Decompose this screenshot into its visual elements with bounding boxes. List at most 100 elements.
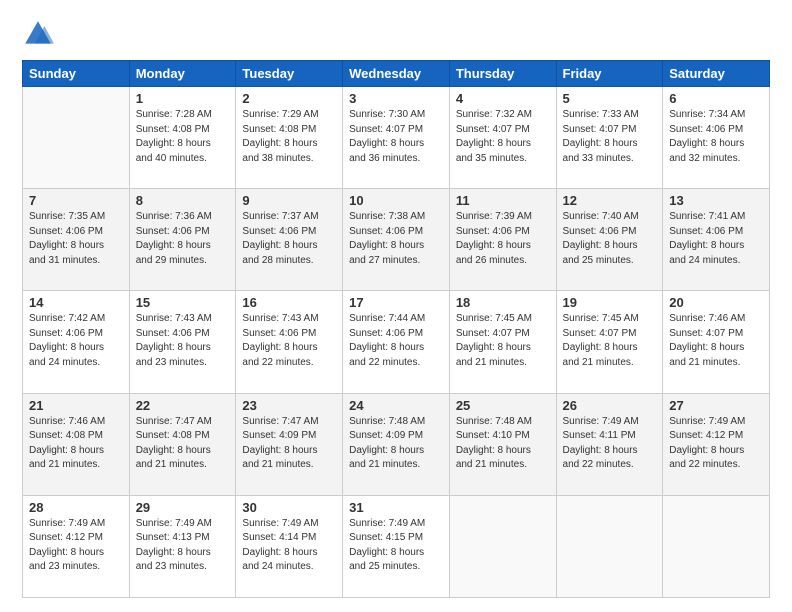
calendar-cell: 6 Sunrise: 7:34 AMSunset: 4:06 PMDaylight… bbox=[663, 87, 770, 189]
day-number: 28 bbox=[29, 500, 123, 515]
calendar-week-4: 21 Sunrise: 7:46 AMSunset: 4:08 PMDayligh… bbox=[23, 393, 770, 495]
day-number: 27 bbox=[669, 398, 763, 413]
header bbox=[22, 18, 770, 50]
day-info: Sunrise: 7:28 AMSunset: 4:08 PMDaylight:… bbox=[136, 108, 230, 166]
day-info: Sunrise: 7:41 AMSunset: 4:06 PMDaylight:… bbox=[669, 210, 763, 268]
day-info: Sunrise: 7:39 AMSunset: 4:06 PMDaylight:… bbox=[456, 210, 550, 268]
calendar-cell bbox=[449, 495, 556, 597]
calendar-week-2: 7 Sunrise: 7:35 AMSunset: 4:06 PMDaylight… bbox=[23, 189, 770, 291]
calendar-cell bbox=[663, 495, 770, 597]
day-number: 20 bbox=[669, 295, 763, 310]
day-info: Sunrise: 7:49 AMSunset: 4:12 PMDaylight:… bbox=[29, 517, 123, 575]
calendar-week-3: 14Sunrise: 7:42 AMSunset: 4:06 PMDayligh… bbox=[23, 291, 770, 393]
calendar-cell: 8Sunrise: 7:36 AMSunset: 4:06 PMDaylight… bbox=[129, 189, 236, 291]
day-number: 11 bbox=[456, 193, 550, 208]
day-info: Sunrise: 7:49 AMSunset: 4:15 PMDaylight:… bbox=[349, 517, 443, 575]
calendar-week-5: 28 Sunrise: 7:49 AMSunset: 4:12 PMDayligh… bbox=[23, 495, 770, 597]
day-number: 30 bbox=[242, 500, 336, 515]
day-info: Sunrise: 7:45 AMSunset: 4:07 PMDaylight:… bbox=[456, 312, 550, 370]
calendar-cell: 1 Sunrise: 7:28 AMSunset: 4:08 PMDaylight… bbox=[129, 87, 236, 189]
day-info: Sunrise: 7:49 AMSunset: 4:13 PMDaylight:… bbox=[136, 517, 230, 575]
day-info: Sunrise: 7:34 AMSunset: 4:06 PMDaylight:… bbox=[669, 108, 763, 166]
calendar-cell: 23 Sunrise: 7:47 AMSunset: 4:09 PMDayligh… bbox=[236, 393, 343, 495]
calendar-header-row: SundayMondayTuesdayWednesdayThursdayFrid… bbox=[23, 61, 770, 87]
calendar-cell bbox=[23, 87, 130, 189]
calendar-cell: 12Sunrise: 7:40 AMSunset: 4:06 PMDayligh… bbox=[556, 189, 663, 291]
day-info: Sunrise: 7:30 AMSunset: 4:07 PMDaylight:… bbox=[349, 108, 443, 166]
day-info: Sunrise: 7:43 AMSunset: 4:06 PMDaylight:… bbox=[242, 312, 336, 370]
day-number: 31 bbox=[349, 500, 443, 515]
day-number: 9 bbox=[242, 193, 336, 208]
page: SundayMondayTuesdayWednesdayThursdayFrid… bbox=[0, 0, 792, 612]
day-number: 5 bbox=[563, 91, 657, 106]
day-number: 25 bbox=[456, 398, 550, 413]
calendar-cell: 28 Sunrise: 7:49 AMSunset: 4:12 PMDayligh… bbox=[23, 495, 130, 597]
day-number: 13 bbox=[669, 193, 763, 208]
day-info: Sunrise: 7:45 AMSunset: 4:07 PMDaylight:… bbox=[563, 312, 657, 370]
day-info: Sunrise: 7:47 AMSunset: 4:08 PMDaylight:… bbox=[136, 415, 230, 473]
calendar-cell: 10 Sunrise: 7:38 AMSunset: 4:06 PMDayligh… bbox=[343, 189, 450, 291]
day-number: 16 bbox=[242, 295, 336, 310]
calendar-cell: 26Sunrise: 7:49 AMSunset: 4:11 PMDayligh… bbox=[556, 393, 663, 495]
day-number: 18 bbox=[456, 295, 550, 310]
calendar: SundayMondayTuesdayWednesdayThursdayFrid… bbox=[22, 60, 770, 598]
day-number: 3 bbox=[349, 91, 443, 106]
calendar-cell bbox=[556, 495, 663, 597]
day-header-thursday: Thursday bbox=[449, 61, 556, 87]
day-info: Sunrise: 7:37 AMSunset: 4:06 PMDaylight:… bbox=[242, 210, 336, 268]
calendar-cell: 25Sunrise: 7:48 AMSunset: 4:10 PMDayligh… bbox=[449, 393, 556, 495]
calendar-cell: 18 Sunrise: 7:45 AMSunset: 4:07 PMDayligh… bbox=[449, 291, 556, 393]
day-number: 7 bbox=[29, 193, 123, 208]
calendar-body: 1 Sunrise: 7:28 AMSunset: 4:08 PMDaylight… bbox=[23, 87, 770, 598]
day-info: Sunrise: 7:49 AMSunset: 4:11 PMDaylight:… bbox=[563, 415, 657, 473]
calendar-cell: 22 Sunrise: 7:47 AMSunset: 4:08 PMDayligh… bbox=[129, 393, 236, 495]
calendar-cell: 4Sunrise: 7:32 AMSunset: 4:07 PMDaylight… bbox=[449, 87, 556, 189]
day-number: 24 bbox=[349, 398, 443, 413]
calendar-cell: 5 Sunrise: 7:33 AMSunset: 4:07 PMDaylight… bbox=[556, 87, 663, 189]
calendar-cell: 30 Sunrise: 7:49 AMSunset: 4:14 PMDayligh… bbox=[236, 495, 343, 597]
day-number: 21 bbox=[29, 398, 123, 413]
day-info: Sunrise: 7:33 AMSunset: 4:07 PMDaylight:… bbox=[563, 108, 657, 166]
day-info: Sunrise: 7:44 AMSunset: 4:06 PMDaylight:… bbox=[349, 312, 443, 370]
day-number: 19 bbox=[563, 295, 657, 310]
calendar-cell: 17Sunrise: 7:44 AMSunset: 4:06 PMDayligh… bbox=[343, 291, 450, 393]
calendar-cell: 3 Sunrise: 7:30 AMSunset: 4:07 PMDaylight… bbox=[343, 87, 450, 189]
day-number: 10 bbox=[349, 193, 443, 208]
day-header-monday: Monday bbox=[129, 61, 236, 87]
day-number: 6 bbox=[669, 91, 763, 106]
day-info: Sunrise: 7:43 AMSunset: 4:06 PMDaylight:… bbox=[136, 312, 230, 370]
day-number: 12 bbox=[563, 193, 657, 208]
day-info: Sunrise: 7:46 AMSunset: 4:08 PMDaylight:… bbox=[29, 415, 123, 473]
calendar-cell: 29 Sunrise: 7:49 AMSunset: 4:13 PMDayligh… bbox=[129, 495, 236, 597]
day-number: 14 bbox=[29, 295, 123, 310]
calendar-cell: 24 Sunrise: 7:48 AMSunset: 4:09 PMDayligh… bbox=[343, 393, 450, 495]
day-number: 22 bbox=[136, 398, 230, 413]
day-number: 1 bbox=[136, 91, 230, 106]
calendar-cell: 21 Sunrise: 7:46 AMSunset: 4:08 PMDayligh… bbox=[23, 393, 130, 495]
day-info: Sunrise: 7:29 AMSunset: 4:08 PMDaylight:… bbox=[242, 108, 336, 166]
day-header-tuesday: Tuesday bbox=[236, 61, 343, 87]
calendar-cell: 31 Sunrise: 7:49 AMSunset: 4:15 PMDayligh… bbox=[343, 495, 450, 597]
calendar-cell: 15 Sunrise: 7:43 AMSunset: 4:06 PMDayligh… bbox=[129, 291, 236, 393]
calendar-cell: 14Sunrise: 7:42 AMSunset: 4:06 PMDayligh… bbox=[23, 291, 130, 393]
day-info: Sunrise: 7:35 AMSunset: 4:06 PMDaylight:… bbox=[29, 210, 123, 268]
logo-icon bbox=[22, 18, 54, 50]
calendar-cell: 16 Sunrise: 7:43 AMSunset: 4:06 PMDayligh… bbox=[236, 291, 343, 393]
calendar-week-1: 1 Sunrise: 7:28 AMSunset: 4:08 PMDaylight… bbox=[23, 87, 770, 189]
day-info: Sunrise: 7:38 AMSunset: 4:06 PMDaylight:… bbox=[349, 210, 443, 268]
day-info: Sunrise: 7:46 AMSunset: 4:07 PMDaylight:… bbox=[669, 312, 763, 370]
calendar-cell: 20 Sunrise: 7:46 AMSunset: 4:07 PMDayligh… bbox=[663, 291, 770, 393]
day-number: 23 bbox=[242, 398, 336, 413]
day-info: Sunrise: 7:36 AMSunset: 4:06 PMDaylight:… bbox=[136, 210, 230, 268]
day-info: Sunrise: 7:49 AMSunset: 4:12 PMDaylight:… bbox=[669, 415, 763, 473]
day-number: 2 bbox=[242, 91, 336, 106]
day-number: 4 bbox=[456, 91, 550, 106]
calendar-cell: 9 Sunrise: 7:37 AMSunset: 4:06 PMDaylight… bbox=[236, 189, 343, 291]
day-info: Sunrise: 7:47 AMSunset: 4:09 PMDaylight:… bbox=[242, 415, 336, 473]
calendar-cell: 2 Sunrise: 7:29 AMSunset: 4:08 PMDaylight… bbox=[236, 87, 343, 189]
day-info: Sunrise: 7:48 AMSunset: 4:09 PMDaylight:… bbox=[349, 415, 443, 473]
day-header-sunday: Sunday bbox=[23, 61, 130, 87]
day-number: 29 bbox=[136, 500, 230, 515]
day-info: Sunrise: 7:49 AMSunset: 4:14 PMDaylight:… bbox=[242, 517, 336, 575]
day-number: 15 bbox=[136, 295, 230, 310]
